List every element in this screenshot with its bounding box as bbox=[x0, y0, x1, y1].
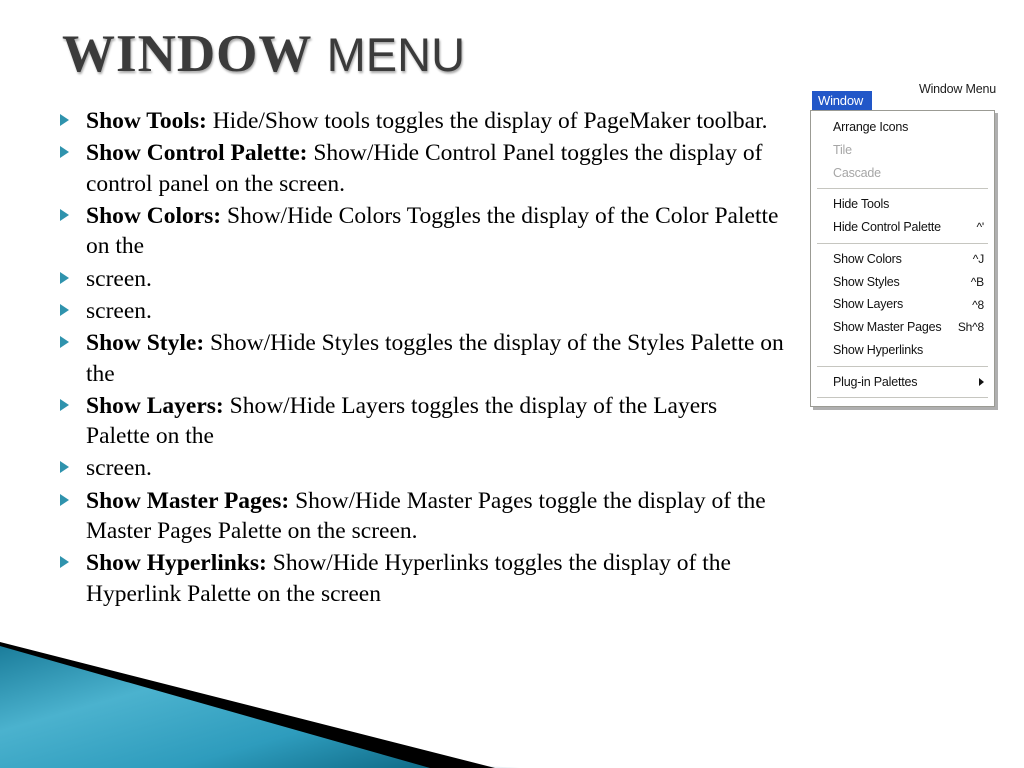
menu-item-label: Tile bbox=[833, 142, 852, 157]
bullet-triangle-icon bbox=[60, 114, 69, 126]
bullet-item: screen. bbox=[56, 453, 786, 483]
menu-item-label: Show Hyperlinks bbox=[833, 342, 924, 357]
menu-item-label: Show Layers bbox=[833, 297, 904, 312]
menu-item-show-master-pages[interactable]: Show Master Pages Sh^8 bbox=[811, 316, 994, 339]
teal-wedge bbox=[0, 646, 430, 768]
black-diagonal-stripe bbox=[0, 642, 495, 768]
menu-screenshot-caption: Window Menu bbox=[919, 82, 996, 96]
menu-item-show-colors[interactable]: Show Colors ^J bbox=[811, 248, 994, 271]
menu-item-tile: Tile bbox=[811, 139, 994, 162]
bullet-item: Show Tools: Hide/Show tools toggles the … bbox=[56, 106, 786, 136]
bullet-triangle-icon bbox=[60, 493, 69, 506]
menu-item-show-styles[interactable]: Show Styles ^B bbox=[811, 271, 994, 294]
menu-item-label: Hide Control Palette bbox=[833, 220, 941, 234]
bullet-triangle-icon bbox=[60, 271, 69, 284]
menu-item-accelerator: ^B bbox=[970, 274, 984, 289]
menu-separator bbox=[817, 188, 988, 190]
bullet-triangle-icon bbox=[60, 303, 69, 316]
menu-item-cascade: Cascade bbox=[811, 162, 994, 185]
bullet-item-text: screen. bbox=[86, 455, 152, 482]
bullet-list: Show Tools: Hide/Show tools toggles the … bbox=[56, 106, 786, 611]
decorative-shapes-svg bbox=[0, 642, 520, 768]
menu-item-arrange-icons[interactable]: Arrange Icons bbox=[811, 116, 994, 139]
menu-item-hide-tools[interactable]: Hide Tools bbox=[811, 193, 994, 216]
bullet-item: Show Style: Show/Hide Styles toggles the… bbox=[56, 328, 786, 389]
menu-item-label: Show Styles bbox=[833, 274, 900, 289]
bullet-item: Show Hyperlinks: Show/Hide Hyperlinks to… bbox=[56, 548, 786, 609]
bullet-item: screen. bbox=[56, 296, 786, 326]
bullet-item: Show Control Palette: Show/Hide Control … bbox=[56, 138, 786, 199]
chevron-right-icon bbox=[979, 377, 984, 386]
menu-item-accelerator: ^J bbox=[972, 252, 984, 267]
window-menu-screenshot: Window Menu Window Arrange Icons Tile Casc… bbox=[806, 82, 998, 438]
menu-item-label: Cascade bbox=[833, 165, 881, 180]
page-title: WINDOW MENU bbox=[62, 28, 465, 81]
bullet-triangle-icon bbox=[60, 461, 69, 474]
bullet-triangle-icon bbox=[60, 208, 69, 221]
bullet-item-lead: Show Control Palette: bbox=[86, 140, 308, 167]
bullet-triangle-icon bbox=[60, 398, 69, 411]
bullet-triangle-icon bbox=[60, 556, 69, 569]
menu-item-label: Show Colors bbox=[833, 251, 902, 266]
bullet-item-lead: Show Style: bbox=[86, 330, 205, 357]
menu-item-label: Arrange Icons bbox=[833, 120, 909, 134]
pale-blue-wedge bbox=[0, 736, 520, 768]
slide-canvas: WINDOW MENU Show Tools: Hide/Show tools … bbox=[0, 0, 1024, 768]
menu-item-show-hyperlinks[interactable]: Show Hyperlinks bbox=[811, 339, 994, 362]
bullet-triangle-icon bbox=[60, 336, 69, 349]
menu-separator bbox=[817, 397, 988, 399]
menu-item-plug-in-palettes[interactable]: Plug-in Palettes bbox=[811, 371, 994, 394]
menu-item-accelerator: ^8 bbox=[972, 297, 984, 312]
bullet-item: Show Master Pages: Show/Hide Master Page… bbox=[56, 486, 786, 547]
bullet-item: Show Colors: Show/Hide Colors Toggles th… bbox=[56, 201, 786, 262]
menu-item-hide-control-palette[interactable]: Hide Control Palette ^' bbox=[811, 216, 994, 239]
bullet-item-lead: Show Hyperlinks: bbox=[86, 550, 267, 577]
menu-item-accelerator: ^' bbox=[976, 220, 984, 235]
window-dropdown-menu: Arrange Icons Tile Cascade Hide Tools Hide C… bbox=[810, 110, 995, 408]
bullet-item-lead: Show Colors: bbox=[86, 202, 222, 229]
bullet-item-lead: Show Tools: bbox=[86, 108, 207, 134]
menu-item-label: Hide Tools bbox=[833, 197, 890, 212]
bullet-item: Show Layers: Show/Hide Layers toggles th… bbox=[56, 391, 786, 452]
bullet-item-lead: Show Master Pages: bbox=[86, 487, 290, 514]
bullet-item-text: Hide/Show tools toggles the display of P… bbox=[206, 108, 768, 134]
bullet-item-text: screen. bbox=[86, 297, 152, 324]
menu-item-show-layers[interactable]: Show Layers ^8 bbox=[811, 293, 994, 316]
bullet-item: screen. bbox=[56, 264, 786, 294]
bullet-triangle-icon bbox=[60, 146, 69, 159]
menu-item-label: Show Master Pages bbox=[833, 320, 942, 334]
page-title-secondary: MENU bbox=[326, 28, 466, 81]
decorative-diagonal-graphic bbox=[0, 628, 560, 768]
menu-separator bbox=[817, 365, 988, 367]
menu-item-accelerator: Sh^8 bbox=[957, 320, 984, 335]
page-title-primary: WINDOW bbox=[62, 25, 313, 83]
menu-item-label: Plug-in Palettes bbox=[833, 374, 918, 389]
menu-separator bbox=[817, 242, 988, 244]
bullet-item-text: screen. bbox=[86, 265, 152, 292]
bullet-item-lead: Show Layers: bbox=[86, 392, 224, 419]
